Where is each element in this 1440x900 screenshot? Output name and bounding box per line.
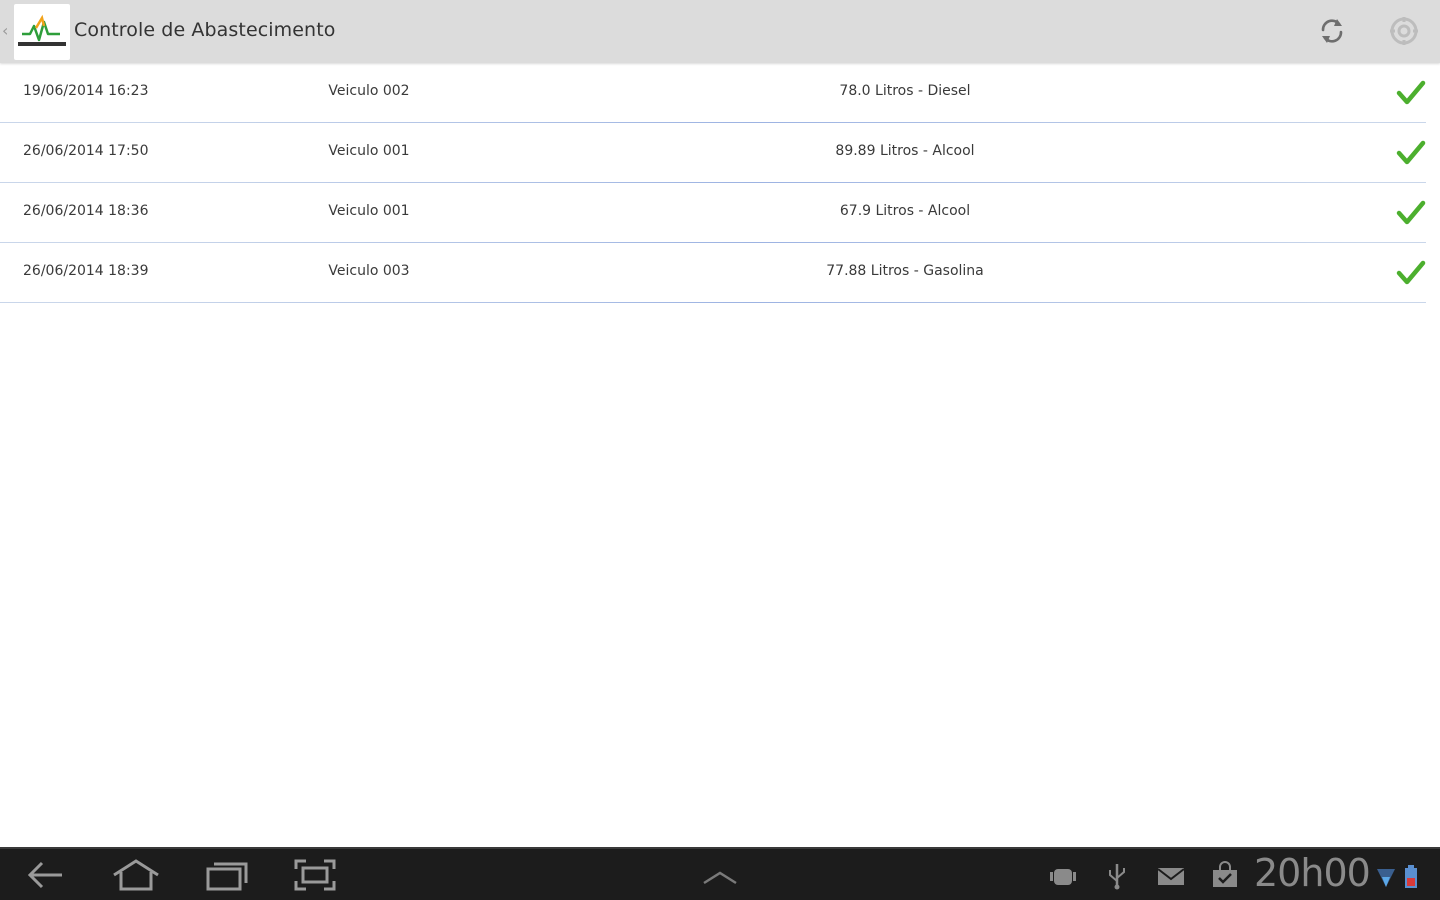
check-icon	[1396, 79, 1426, 107]
android-debug-icon	[1048, 861, 1078, 891]
app-title: Controle de Abastecimento	[74, 19, 336, 41]
app-root: ‹ Controle de Abastecimento 19/06/2014 1…	[0, 0, 1440, 900]
settings-icon[interactable]	[1387, 14, 1421, 48]
record-fuel: 67.9 Litros - Alcool	[839, 203, 971, 219]
check-icon	[1396, 139, 1426, 167]
action-bar: ‹ Controle de Abastecimento	[0, 0, 1440, 63]
recent-apps-icon[interactable]	[204, 857, 252, 893]
record-fuel: 89.89 Litros - Alcool	[835, 143, 975, 159]
store-icon	[1210, 861, 1240, 891]
record-fuel: 78.0 Litros - Diesel	[839, 83, 971, 99]
battery-icon	[1402, 861, 1420, 891]
system-bar: 20h00	[0, 847, 1440, 900]
wifi-icon	[1376, 861, 1396, 891]
refresh-icon[interactable]	[1315, 14, 1349, 48]
home-icon[interactable]	[110, 857, 162, 893]
brand-logo-icon[interactable]	[14, 4, 70, 60]
records-list: 19/06/2014 16:23 Veiculo 002 78.0 Litros…	[0, 63, 1440, 303]
list-item[interactable]: 26/06/2014 18:39 Veiculo 003 77.88 Litro…	[0, 243, 1426, 303]
list-item[interactable]: 26/06/2014 18:36 Veiculo 001 67.9 Litros…	[0, 183, 1426, 243]
record-fuel: 77.88 Litros - Gasolina	[826, 263, 984, 279]
check-icon	[1396, 259, 1426, 287]
back-icon[interactable]	[24, 857, 68, 893]
usb-icon	[1102, 861, 1132, 891]
screenshot-icon[interactable]	[292, 857, 338, 893]
list-item[interactable]: 19/06/2014 16:23 Veiculo 002 78.0 Litros…	[0, 63, 1426, 123]
chevron-up-icon[interactable]	[700, 857, 740, 893]
status-clock[interactable]: 20h00	[1254, 851, 1371, 895]
check-icon	[1396, 199, 1426, 227]
mail-icon	[1156, 861, 1186, 891]
up-caret-icon[interactable]: ‹	[2, 22, 12, 40]
list-item[interactable]: 26/06/2014 17:50 Veiculo 001 89.89 Litro…	[0, 123, 1426, 183]
